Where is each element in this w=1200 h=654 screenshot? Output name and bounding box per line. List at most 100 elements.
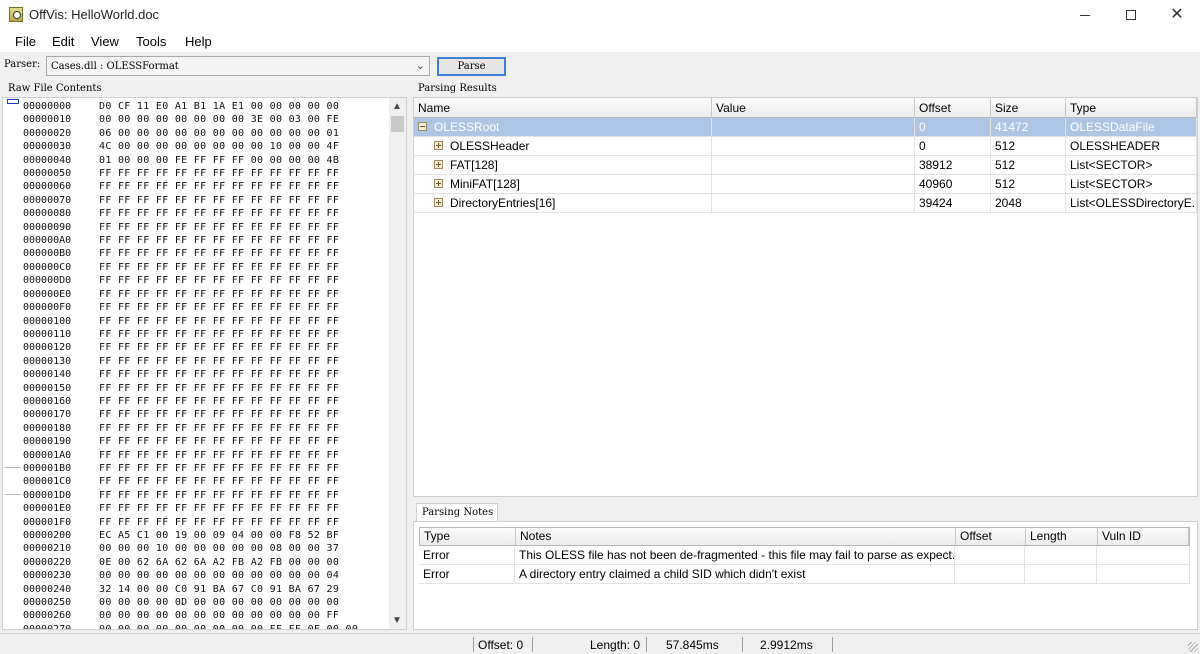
- table-row[interactable]: FAT[128] 38912 512 List<SECTOR>: [414, 156, 1197, 175]
- hex-bytes[interactable]: FF FF FF FF FF FF FF FF FF FF FF FF FF: [99, 408, 358, 421]
- column-value[interactable]: Value: [712, 98, 915, 118]
- column-length[interactable]: Length: [1026, 528, 1098, 545]
- hex-bytes[interactable]: EC A5 C1 00 19 00 09 04 00 00 F8 52 BF: [99, 529, 358, 542]
- menu-help[interactable]: Help: [185, 34, 212, 49]
- hex-bytes[interactable]: FF FF FF FF FF FF FF FF FF FF FF FF FF: [99, 180, 358, 193]
- hex-row[interactable]: 00000170 FF FF FF FF FF FF FF FF FF FF FF…: [23, 408, 358, 421]
- hex-bytes[interactable]: FF FF FF FF FF FF FF FF FF FF FF FF FF: [99, 301, 358, 314]
- minimize-button[interactable]: [1062, 0, 1108, 30]
- column-notes[interactable]: Notes: [516, 528, 956, 545]
- scroll-thumb[interactable]: [391, 116, 404, 132]
- hex-row[interactable]: 000000B0 FF FF FF FF FF FF FF FF FF FF FF…: [23, 247, 358, 260]
- hex-bytes[interactable]: 00 00 00 00 00 00 00 00 3E 00 03 00 FE: [99, 113, 358, 126]
- resize-grip-icon[interactable]: [1188, 642, 1198, 652]
- hex-row[interactable]: 000001E0 FF FF FF FF FF FF FF FF FF FF FF…: [23, 502, 358, 515]
- hex-bytes[interactable]: FF FF FF FF FF FF FF FF FF FF FF FF FF: [99, 234, 358, 247]
- hex-row[interactable]: 00000270 00 00 00 00 00 00 00 00 00 FF FF…: [23, 623, 358, 629]
- hex-row[interactable]: 00000040 01 00 00 00 FE FF FF FF 00 00 00…: [23, 154, 358, 167]
- hex-bytes[interactable]: FF FF FF FF FF FF FF FF FF FF FF FF FF: [99, 422, 358, 435]
- hex-row[interactable]: 000001D0 FF FF FF FF FF FF FF FF FF FF FF…: [23, 489, 358, 502]
- hex-bytes[interactable]: 00 00 00 00 00 00 00 00 00 00 00 00 04: [99, 569, 358, 582]
- hex-bytes[interactable]: 00 00 00 00 0D 00 00 00 00 00 00 00 00: [99, 596, 358, 609]
- menu-edit[interactable]: Edit: [52, 34, 74, 49]
- hex-bytes[interactable]: FF FF FF FF FF FF FF FF FF FF FF FF FF: [99, 368, 358, 381]
- hex-row[interactable]: 000001C0 FF FF FF FF FF FF FF FF FF FF FF…: [23, 475, 358, 488]
- hex-bytes[interactable]: FF FF FF FF FF FF FF FF FF FF FF FF FF: [99, 247, 358, 260]
- hex-row[interactable]: 00000140 FF FF FF FF FF FF FF FF FF FF FF…: [23, 368, 358, 381]
- hex-row[interactable]: 000001B0 FF FF FF FF FF FF FF FF FF FF FF…: [23, 462, 358, 475]
- table-row[interactable]: MiniFAT[128] 40960 512 List<SECTOR>: [414, 175, 1197, 194]
- hex-bytes[interactable]: D0 CF 11 E0 A1 B1 1A E1 00 00 00 00 00: [99, 100, 358, 113]
- hex-row[interactable]: 000001A0 FF FF FF FF FF FF FF FF FF FF FF…: [23, 449, 358, 462]
- hex-row[interactable]: 00000130 FF FF FF FF FF FF FF FF FF FF FF…: [23, 355, 358, 368]
- hex-bytes[interactable]: FF FF FF FF FF FF FF FF FF FF FF FF FF: [99, 341, 358, 354]
- hex-bytes[interactable]: 00 00 00 00 00 00 00 00 00 00 00 00 FF: [99, 609, 358, 622]
- hex-row[interactable]: 00000010 00 00 00 00 00 00 00 00 3E 00 03…: [23, 113, 358, 126]
- hex-row[interactable]: 00000080 FF FF FF FF FF FF FF FF FF FF FF…: [23, 207, 358, 220]
- hex-row[interactable]: 00000000 D0 CF 11 E0 A1 B1 1A E1 00 00 00…: [23, 100, 358, 113]
- hex-bytes[interactable]: FF FF FF FF FF FF FF FF FF FF FF FF FF: [99, 261, 358, 274]
- hex-row[interactable]: 000000A0 FF FF FF FF FF FF FF FF FF FF FF…: [23, 234, 358, 247]
- hex-bytes[interactable]: 4C 00 00 00 00 00 00 00 00 10 00 00 4F: [99, 140, 358, 153]
- column-offset[interactable]: Offset: [915, 98, 991, 118]
- parser-select[interactable]: Cases.dll : OLESSFormat ⌄: [46, 56, 430, 76]
- hex-scrollbar[interactable]: ▲ ▼: [389, 98, 406, 629]
- hex-bytes[interactable]: FF FF FF FF FF FF FF FF FF FF FF FF FF: [99, 475, 358, 488]
- hex-row[interactable]: 00000150 FF FF FF FF FF FF FF FF FF FF FF…: [23, 382, 358, 395]
- hex-row[interactable]: 000000F0 FF FF FF FF FF FF FF FF FF FF FF…: [23, 301, 358, 314]
- hex-view[interactable]: 00000000 D0 CF 11 E0 A1 B1 1A E1 00 00 00…: [2, 97, 407, 630]
- menu-tools[interactable]: Tools: [136, 34, 166, 49]
- hex-bytes[interactable]: FF FF FF FF FF FF FF FF FF FF FF FF FF: [99, 462, 358, 475]
- tab-parsing-notes[interactable]: Parsing Notes: [416, 503, 498, 522]
- hex-row[interactable]: 00000110 FF FF FF FF FF FF FF FF FF FF FF…: [23, 328, 358, 341]
- hex-row[interactable]: 00000240 32 14 00 00 C0 91 BA 67 C0 91 BA…: [23, 583, 358, 596]
- menu-view[interactable]: View: [91, 34, 119, 49]
- column-type[interactable]: Type: [420, 528, 516, 545]
- hex-bytes[interactable]: FF FF FF FF FF FF FF FF FF FF FF FF FF: [99, 395, 358, 408]
- expand-icon[interactable]: [434, 141, 443, 150]
- hex-row[interactable]: 00000180 FF FF FF FF FF FF FF FF FF FF FF…: [23, 422, 358, 435]
- hex-bytes[interactable]: 00 00 00 00 00 00 00 00 00 FF FF 0F 00 0…: [99, 623, 358, 629]
- column-vuln-id[interactable]: Vuln ID: [1098, 528, 1189, 545]
- hex-row[interactable]: 00000260 00 00 00 00 00 00 00 00 00 00 00…: [23, 609, 358, 622]
- column-size[interactable]: Size: [991, 98, 1066, 118]
- hex-bytes[interactable]: FF FF FF FF FF FF FF FF FF FF FF FF FF: [99, 449, 358, 462]
- hex-row[interactable]: 00000070 FF FF FF FF FF FF FF FF FF FF FF…: [23, 194, 358, 207]
- table-row[interactable]: DirectoryEntries[16] 39424 2048 List<OLESSD…: [414, 194, 1197, 213]
- hex-bytes[interactable]: FF FF FF FF FF FF FF FF FF FF FF FF FF: [99, 315, 358, 328]
- hex-bytes[interactable]: 01 00 00 00 FE FF FF FF 00 00 00 00 4B: [99, 154, 358, 167]
- hex-row[interactable]: 00000050 FF FF FF FF FF FF FF FF FF FF FF…: [23, 167, 358, 180]
- hex-row[interactable]: 00000020 06 00 00 00 00 00 00 00 00 00 00…: [23, 127, 358, 140]
- hex-bytes[interactable]: FF FF FF FF FF FF FF FF FF FF FF FF FF: [99, 167, 358, 180]
- hex-row[interactable]: 000000C0 FF FF FF FF FF FF FF FF FF FF FF…: [23, 261, 358, 274]
- hex-bytes[interactable]: 00 00 00 10 00 00 00 00 00 08 00 00 37: [99, 542, 358, 555]
- hex-row[interactable]: 00000060 FF FF FF FF FF FF FF FF FF FF FF…: [23, 180, 358, 193]
- hex-bytes[interactable]: FF FF FF FF FF FF FF FF FF FF FF FF FF: [99, 221, 358, 234]
- hex-bytes[interactable]: FF FF FF FF FF FF FF FF FF FF FF FF FF: [99, 328, 358, 341]
- column-offset[interactable]: Offset: [956, 528, 1026, 545]
- column-type[interactable]: Type: [1066, 98, 1197, 118]
- hex-bytes[interactable]: FF FF FF FF FF FF FF FF FF FF FF FF FF: [99, 502, 358, 515]
- hex-row[interactable]: 00000090 FF FF FF FF FF FF FF FF FF FF FF…: [23, 221, 358, 234]
- hex-bytes[interactable]: 32 14 00 00 C0 91 BA 67 C0 91 BA 67 29: [99, 583, 358, 596]
- hex-bytes[interactable]: FF FF FF FF FF FF FF FF FF FF FF FF FF: [99, 516, 358, 529]
- hex-bytes[interactable]: FF FF FF FF FF FF FF FF FF FF FF FF FF: [99, 435, 358, 448]
- collapse-icon[interactable]: [418, 122, 427, 131]
- hex-bytes[interactable]: FF FF FF FF FF FF FF FF FF FF FF FF FF: [99, 288, 358, 301]
- hex-row[interactable]: 00000100 FF FF FF FF FF FF FF FF FF FF FF…: [23, 315, 358, 328]
- hex-bytes[interactable]: FF FF FF FF FF FF FF FF FF FF FF FF FF: [99, 274, 358, 287]
- hex-row[interactable]: 00000030 4C 00 00 00 00 00 00 00 00 10 00…: [23, 140, 358, 153]
- hex-bytes[interactable]: 06 00 00 00 00 00 00 00 00 00 00 00 01: [99, 127, 358, 140]
- hex-row[interactable]: 00000120 FF FF FF FF FF FF FF FF FF FF FF…: [23, 341, 358, 354]
- hex-bytes[interactable]: FF FF FF FF FF FF FF FF FF FF FF FF FF: [99, 355, 358, 368]
- notes-row[interactable]: Error This OLESS file has not been de-fra…: [419, 546, 1190, 565]
- hex-row[interactable]: 000000D0 FF FF FF FF FF FF FF FF FF FF FF…: [23, 274, 358, 287]
- hex-bytes[interactable]: FF FF FF FF FF FF FF FF FF FF FF FF FF: [99, 194, 358, 207]
- close-button[interactable]: ✕: [1154, 0, 1200, 30]
- hex-row[interactable]: 00000200 EC A5 C1 00 19 00 09 04 00 00 F8…: [23, 529, 358, 542]
- scroll-down-icon[interactable]: ▼: [392, 615, 402, 626]
- hex-bytes[interactable]: FF FF FF FF FF FF FF FF FF FF FF FF FF: [99, 382, 358, 395]
- expand-icon[interactable]: [434, 160, 443, 169]
- hex-bytes[interactable]: FF FF FF FF FF FF FF FF FF FF FF FF FF: [99, 489, 358, 502]
- parse-button[interactable]: Parse: [437, 57, 506, 76]
